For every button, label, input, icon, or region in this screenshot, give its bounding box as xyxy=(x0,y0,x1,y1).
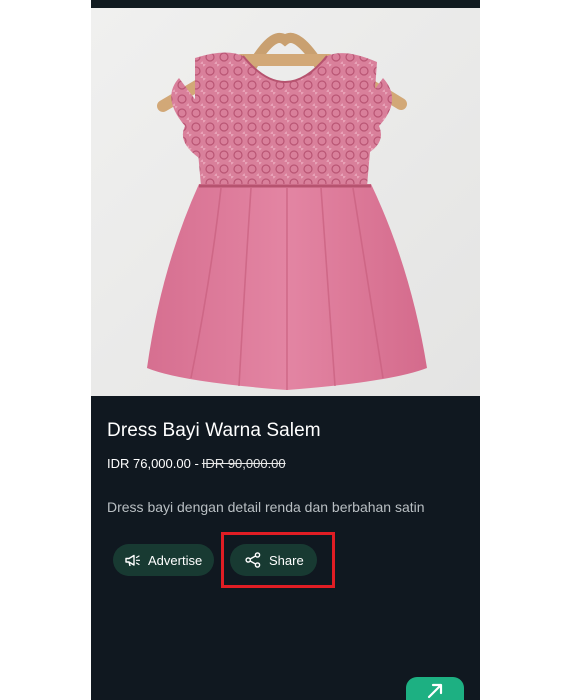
product-info: Dress Bayi Warna Salem IDR 76,000.00 - ID… xyxy=(91,396,480,700)
megaphone-icon xyxy=(125,554,140,567)
product-title: Dress Bayi Warna Salem xyxy=(107,420,321,441)
product-card-screen: Dress Bayi Warna Salem IDR 76,000.00 - ID… xyxy=(91,0,480,700)
advertise-label: Advertise xyxy=(148,552,203,568)
product-image[interactable] xyxy=(91,8,480,396)
current-price: IDR 76,000.00 xyxy=(107,456,191,471)
price-row: IDR 76,000.00 - IDR 90,000.00 xyxy=(107,456,286,471)
share-highlight-box xyxy=(221,532,335,588)
product-description: Dress bayi dengan detail renda dan berba… xyxy=(107,499,425,515)
scroll-top-button[interactable] xyxy=(406,677,464,700)
dress-illustration xyxy=(91,8,480,396)
original-price: IDR 90,000.00 xyxy=(201,456,286,471)
top-bar xyxy=(91,0,480,8)
arrow-up-icon xyxy=(427,683,443,700)
advertise-button[interactable]: Advertise xyxy=(113,544,214,576)
